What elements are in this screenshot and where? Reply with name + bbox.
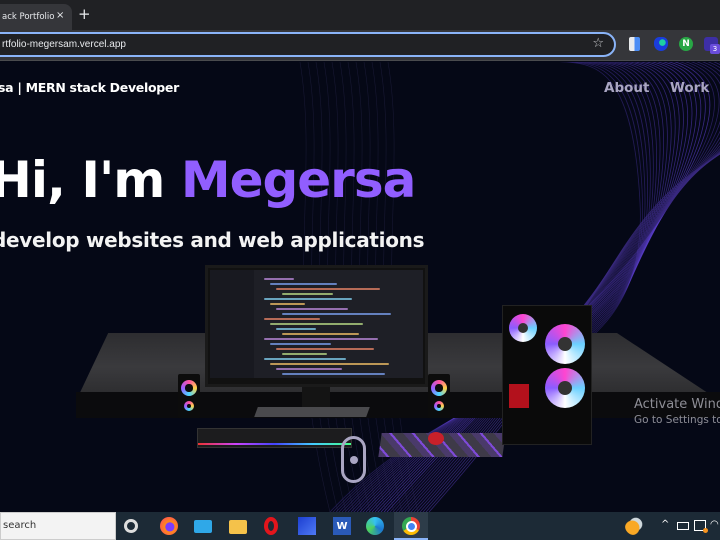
left-speaker	[178, 374, 200, 418]
chrome-icon[interactable]	[402, 517, 420, 535]
code-line	[270, 323, 363, 325]
battery-icon[interactable]	[677, 522, 689, 530]
taskbar-search-box[interactable]: search	[0, 512, 116, 540]
code-line	[282, 313, 391, 315]
hero-name: Megersa	[180, 151, 417, 209]
wifi-icon[interactable]: ◠	[710, 519, 719, 530]
browser-tab[interactable]: ack Portfolio ×	[0, 4, 72, 30]
code-line	[264, 298, 352, 300]
desk-front	[76, 392, 720, 418]
right-speaker	[428, 374, 450, 418]
code-line	[264, 338, 378, 340]
code-line	[270, 363, 389, 365]
speaker-ring-icon	[434, 401, 444, 411]
pc-fan-icon	[545, 324, 585, 364]
monitor-screen-code-editor	[210, 270, 423, 378]
code-line	[276, 348, 374, 350]
weather-icon[interactable]	[625, 517, 643, 535]
bookmark-star-icon[interactable]: ☆	[592, 36, 604, 51]
keyboard-rgb-light	[198, 443, 351, 445]
nav-work-link[interactable]: Work	[670, 80, 709, 96]
code-line	[276, 288, 380, 290]
extension-n-icon[interactable]: N	[679, 37, 693, 51]
speaker-ring-icon	[181, 380, 197, 396]
tab-title: ack Portfolio	[2, 12, 55, 22]
hero-greeting: Hi, I'm	[0, 151, 181, 209]
extension-doc-icon[interactable]	[629, 37, 640, 51]
computer-mouse	[428, 432, 444, 445]
opera-icon[interactable]	[264, 517, 278, 535]
app-icon[interactable]	[298, 517, 316, 535]
browser-toolbar: rtfolio-megersam.vercel.app ☆	[0, 30, 720, 61]
word-icon[interactable]: W	[333, 517, 351, 535]
code-line	[270, 303, 305, 305]
pc-fan-icon	[509, 314, 537, 342]
monitor	[205, 265, 428, 387]
code-line	[276, 328, 316, 330]
tab-close-icon[interactable]: ×	[56, 10, 64, 21]
show-hidden-icons-chevron-icon[interactable]: ^	[661, 519, 669, 530]
code-line	[282, 333, 359, 335]
address-bar[interactable]: rtfolio-megersam.vercel.app ☆	[0, 32, 616, 57]
code-line	[264, 278, 294, 280]
taskbar-search-placeholder: search	[3, 520, 37, 531]
edge-icon[interactable]	[366, 517, 384, 535]
pc-gpu	[509, 384, 529, 408]
activate-windows-title: Activate Wind	[634, 397, 720, 412]
code-line	[264, 318, 320, 320]
hero-subtitle: develop websites and web applications	[0, 228, 425, 252]
mail-icon[interactable]	[194, 520, 212, 533]
code-line	[276, 368, 342, 370]
pc-fan-icon	[545, 368, 585, 408]
new-tab-button[interactable]: +	[78, 5, 91, 23]
code-line	[276, 308, 348, 310]
keyboard	[197, 428, 352, 448]
editor-sidebar	[210, 270, 254, 378]
extension-shield-icon[interactable]	[654, 37, 668, 51]
extension-badge: 3	[710, 44, 720, 54]
scroll-down-indicator[interactable]	[341, 436, 366, 483]
url-text[interactable]: rtfolio-megersam.vercel.app	[2, 39, 126, 50]
activate-windows-subtitle: Go to Settings to a	[634, 414, 720, 426]
hero-title: Hi, I'm Megersa	[0, 155, 416, 205]
speaker-ring-icon	[184, 401, 194, 411]
windows-taskbar: search W ^ ◠	[0, 512, 720, 540]
cortana-icon[interactable]	[124, 519, 138, 533]
site-brand[interactable]: sa | MERN stack Developer	[0, 80, 179, 95]
gaming-pc-case	[502, 305, 592, 445]
code-line	[282, 373, 385, 375]
monitor-base	[254, 407, 370, 417]
firefox-icon[interactable]	[160, 517, 178, 535]
code-line	[270, 283, 337, 285]
network-warning-dot	[703, 528, 708, 533]
scroll-dot	[350, 456, 358, 464]
code-line	[282, 293, 333, 295]
nav-about-link[interactable]: About	[604, 80, 649, 96]
code-line	[264, 358, 346, 360]
code-line	[282, 353, 327, 355]
browser-tabstrip: ack Portfolio × +	[0, 0, 720, 30]
code-line	[270, 343, 331, 345]
screen: ack Portfolio × + rtfolio-megersam.verce…	[0, 0, 720, 540]
speaker-ring-icon	[431, 380, 447, 396]
file-explorer-icon[interactable]	[229, 520, 247, 534]
